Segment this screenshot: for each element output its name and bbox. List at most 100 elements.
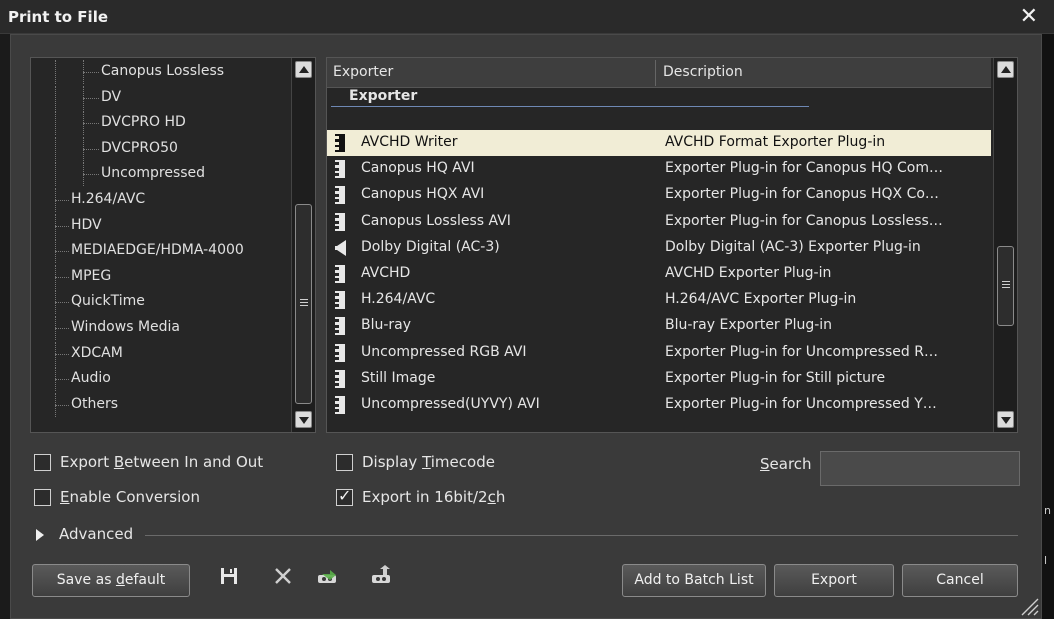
cancel-button[interactable]: Cancel — [902, 564, 1018, 597]
table-row[interactable]: AVCHD Writer AVCHD Format Exporter Plug-i… — [327, 130, 991, 156]
grip-icon — [1002, 284, 1010, 285]
film-icon — [335, 396, 345, 414]
tree-guide-line — [55, 60, 56, 84]
checkbox-box[interactable] — [336, 454, 353, 471]
film-perforation — [335, 299, 339, 303]
tree-item[interactable]: Uncompressed — [31, 162, 291, 187]
format-tree[interactable]: Canopus Lossless DV DVCPRO HD DVCPRO50 Uncom… — [30, 57, 316, 433]
label-text: h — [495, 488, 506, 506]
tree-item-label: DV — [101, 88, 122, 105]
close-icon[interactable]: ✕ — [1020, 4, 1038, 29]
button-text: Save as — [56, 572, 116, 588]
grip-icon — [300, 305, 308, 306]
label-mnemonic: c — [487, 488, 496, 506]
tree-item[interactable]: DVCPRO HD — [31, 111, 291, 136]
column-divider[interactable] — [655, 60, 656, 86]
checkbox-label: Enable Conversion — [60, 488, 200, 506]
table-scroll-down-button[interactable] — [997, 411, 1014, 428]
check-icon: ✓ — [338, 486, 352, 505]
table-scroll-up-button[interactable] — [997, 61, 1014, 78]
export-button[interactable]: Export — [774, 564, 894, 597]
tree-item[interactable]: Windows Media — [31, 316, 291, 340]
tree-item[interactable]: HDV — [31, 213, 291, 238]
film-icon — [335, 212, 345, 231]
exporter-name: Canopus Lossless AVI — [361, 212, 511, 229]
film-perforation — [335, 356, 339, 360]
search-input[interactable] — [820, 451, 1020, 486]
film-perforation — [335, 147, 339, 150]
group-header: Exporter — [349, 88, 418, 104]
tree-item-label: Uncompressed — [101, 165, 206, 182]
exporter-description: Exporter Plug-in for Still picture — [665, 369, 886, 386]
label-text: Export in 16bit/2 — [362, 488, 488, 506]
table-scroll-thumb[interactable] — [997, 246, 1014, 326]
tree-connector — [55, 404, 69, 406]
exporter-name: AVCHD — [361, 265, 411, 281]
film-perforation — [335, 398, 339, 401]
tree-item[interactable]: Others — [31, 392, 291, 417]
exporter-description: AVCHD Format Exporter Plug-in — [665, 134, 886, 150]
table-row[interactable]: Canopus Lossless AVI Exporter Plug-in for… — [327, 209, 991, 235]
exporter-name: Still Image — [361, 369, 436, 386]
add-to-batch-list-button[interactable]: Add to Batch List — [622, 564, 766, 597]
import-preset-icon[interactable] — [316, 565, 338, 587]
tree-item[interactable]: DVCPRO50 — [31, 136, 291, 161]
tree-item[interactable]: QuickTime — [31, 290, 291, 315]
exporter-name: Canopus HQX AVI — [361, 186, 485, 203]
table-row[interactable]: Canopus HQ AVI Exporter Plug-in for Canop… — [327, 156, 991, 182]
label-mnemonic: S — [760, 455, 770, 473]
tree-item[interactable]: DV — [31, 85, 291, 110]
title-bar: Print to File ✕ — [0, 0, 1054, 34]
table-scrollbar[interactable] — [993, 58, 1017, 432]
tree-connector — [83, 123, 99, 125]
table-row[interactable]: Blu-ray Blu-ray Exporter Plug-in — [327, 313, 991, 339]
exporter-description: AVCHD Exporter Plug-in — [665, 265, 832, 281]
tree-scroll-up-button[interactable] — [295, 61, 312, 78]
table-row[interactable]: Canopus HQX AVI Exporter Plug-in for Cano… — [327, 182, 991, 208]
tree-connector — [83, 72, 99, 73]
exporter-name: Canopus HQ AVI — [361, 160, 475, 177]
label-mnemonic: T — [422, 453, 431, 471]
delete-preset-icon[interactable] — [272, 565, 294, 587]
tree-item[interactable]: Canopus Lossless — [31, 60, 291, 84]
label-mnemonic: B — [113, 453, 125, 471]
column-header-description[interactable]: Description — [663, 64, 743, 80]
tree-item[interactable]: MEDIAEDGE/HDMA-4000 — [31, 239, 291, 264]
column-header-exporter[interactable]: Exporter — [333, 64, 393, 80]
table-row[interactable]: Dolby Digital (AC-3) Dolby Digital (AC-3)… — [327, 235, 991, 261]
exporter-description: Exporter Plug-in for Uncompressed Y… — [665, 396, 937, 412]
table-row[interactable]: AVCHD AVCHD Exporter Plug-in — [327, 261, 991, 287]
table-row[interactable]: Uncompressed(UYVY) AVI Exporter Plug-in f… — [327, 392, 991, 418]
tree-scroll-thumb[interactable] — [295, 204, 312, 404]
export-preset-icon[interactable] — [370, 565, 392, 587]
label-mnemonic: d — [115, 572, 125, 588]
tree-item[interactable]: XDCAM — [31, 341, 291, 366]
film-icon — [335, 343, 345, 362]
resize-grip-icon[interactable] — [1018, 595, 1040, 617]
expand-triangle-icon — [36, 529, 44, 541]
table-row[interactable]: Still Image Exporter Plug-in for Still pi… — [327, 366, 991, 392]
checkbox-box[interactable] — [34, 489, 51, 506]
film-perforation — [335, 382, 339, 386]
tree-item[interactable]: Audio — [31, 367, 291, 392]
tree-item[interactable]: H.264/AVC — [31, 188, 291, 212]
checkbox-box[interactable] — [34, 454, 51, 471]
arrow-down-icon — [1001, 417, 1011, 424]
tree-item[interactable]: MPEG — [31, 264, 291, 289]
table-row[interactable]: Uncompressed RGB AVI Exporter Plug-in for… — [327, 340, 991, 366]
tree-scrollbar[interactable] — [291, 58, 315, 432]
exporter-description: Exporter Plug-in for Canopus Lossless… — [665, 212, 943, 229]
tree-connector — [83, 97, 99, 99]
exporter-description: Exporter Plug-in for Canopus HQ Com… — [665, 160, 943, 177]
tree-item-label: MEDIAEDGE/HDMA-4000 — [71, 242, 244, 259]
table-header: Exporter Description — [327, 58, 991, 88]
tree-connector — [55, 251, 69, 253]
table-row[interactable]: H.264/AVC H.264/AVC Exporter Plug-in — [327, 287, 991, 313]
film-perforation — [335, 188, 339, 192]
exporter-name: Blu-ray — [361, 317, 412, 334]
tree-scroll-down-button[interactable] — [295, 411, 312, 428]
checkbox-box[interactable]: ✓ — [336, 486, 353, 506]
exporter-table[interactable]: Exporter Description Exporter AVCHD Writ… — [326, 57, 1018, 433]
save-as-default-button[interactable]: Save as default — [32, 564, 190, 597]
save-preset-icon[interactable] — [218, 565, 240, 587]
